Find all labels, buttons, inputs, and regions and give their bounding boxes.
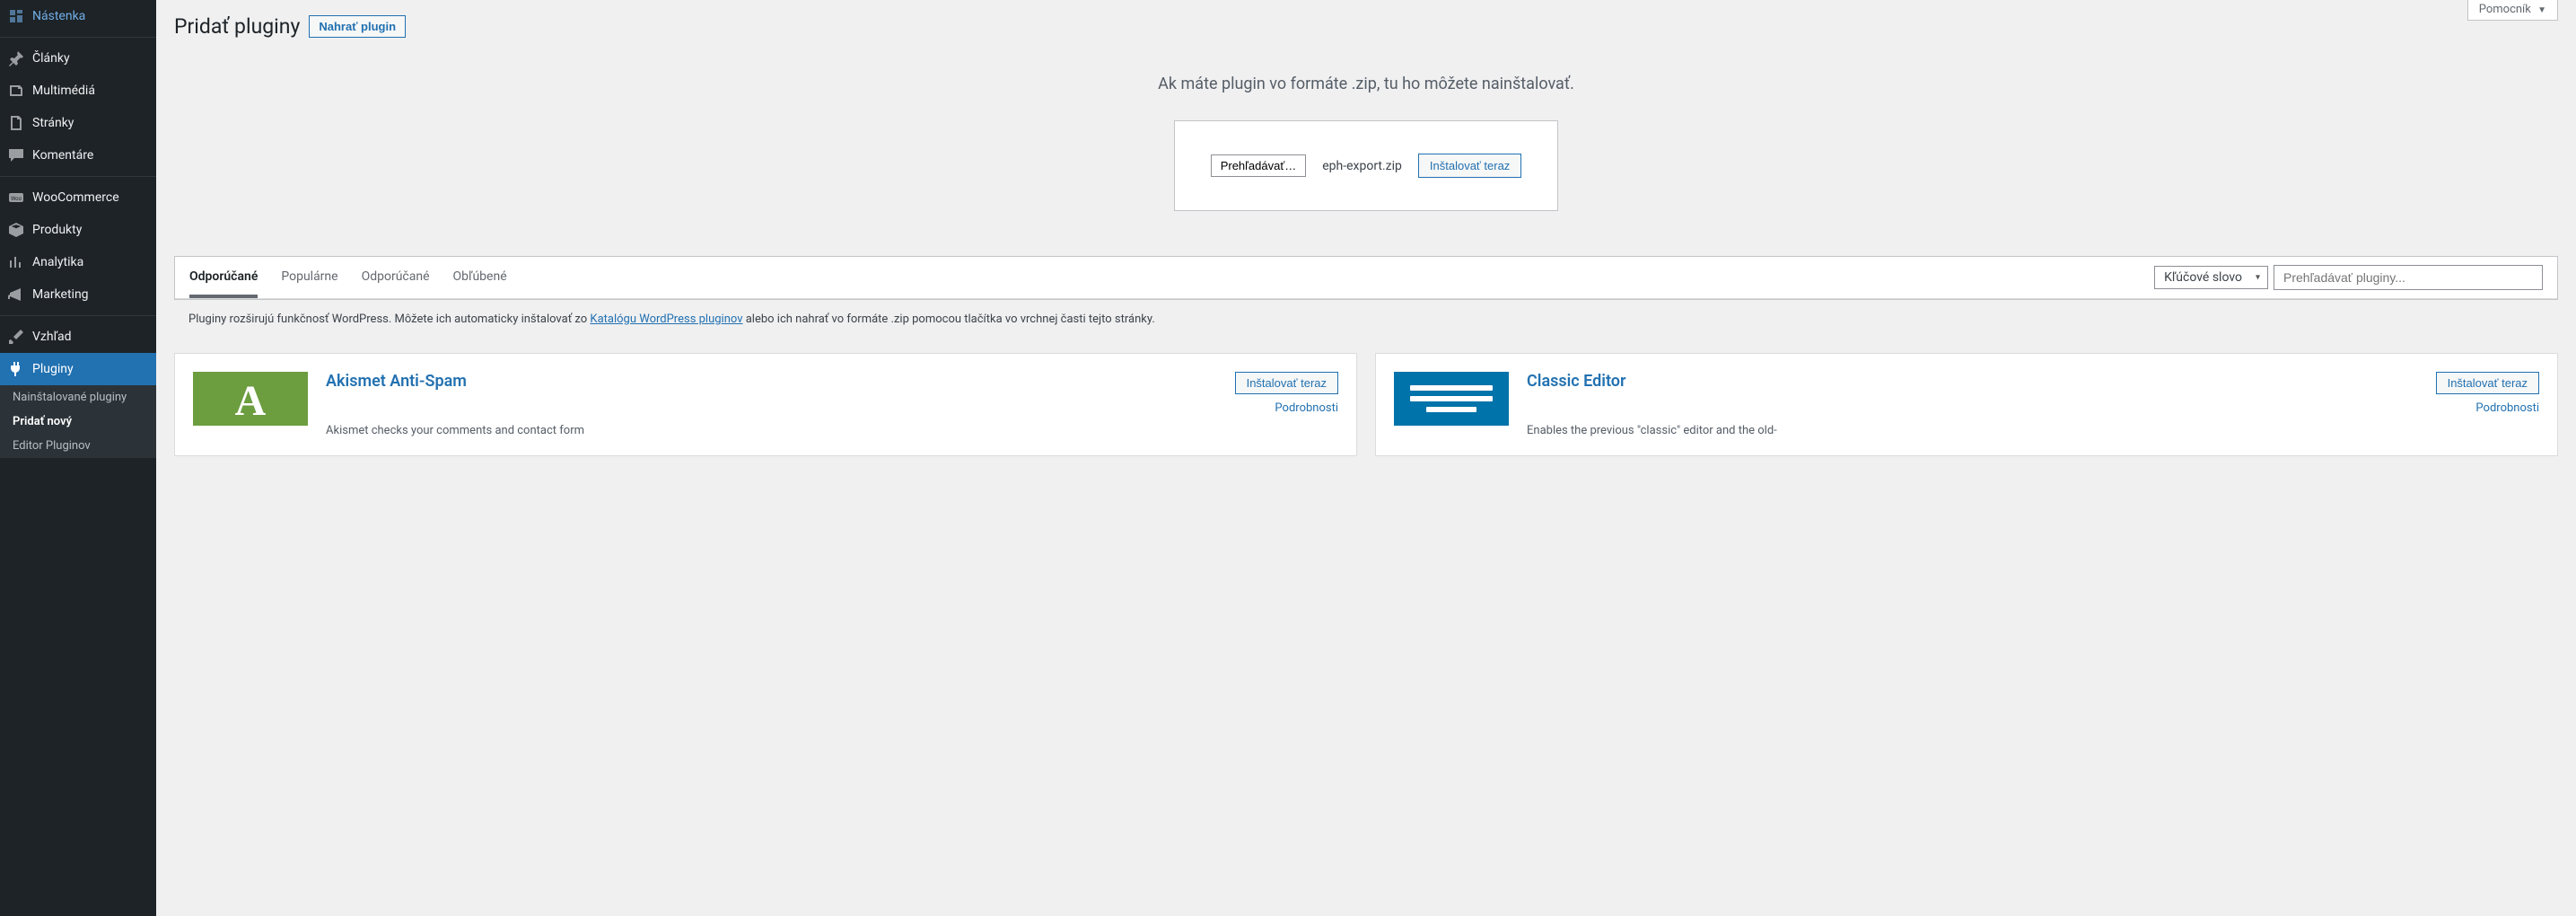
- selected-filename: eph-export.zip: [1322, 159, 1402, 173]
- browse-button[interactable]: Prehľadávať…: [1211, 154, 1307, 177]
- menu-label: Marketing: [32, 287, 89, 302]
- plugin-install-button[interactable]: Inštalovať teraz: [2436, 372, 2539, 394]
- menu-products[interactable]: Produkty: [0, 214, 156, 246]
- menu-label: Analytika: [32, 255, 83, 269]
- catalog-help-text: Pluginy rozširujú funkčnosť WordPress. M…: [174, 300, 2558, 339]
- plugin-card: Classic Editor Inštalovať teraz Podrobno…: [1375, 353, 2558, 456]
- plugins-submenu: Nainštalované pluginyPridať novýEditor P…: [0, 385, 156, 458]
- page-title: Pridať pluginy: [174, 14, 300, 39]
- menu-label: Nástenka: [32, 9, 85, 23]
- page-icon: [7, 114, 25, 132]
- upload-plugin-button[interactable]: Nahrať plugin: [309, 15, 406, 38]
- menu-dashboard[interactable]: Nástenka: [0, 0, 156, 32]
- plugin-details-link[interactable]: Podrobnosti: [2475, 401, 2539, 415]
- menu-appearance[interactable]: Vzhľad: [0, 321, 156, 353]
- menu-label: Multimédiá: [32, 84, 95, 98]
- install-now-button[interactable]: Inštalovať teraz: [1418, 154, 1521, 178]
- analytics-icon: [7, 253, 25, 271]
- catalog-link[interactable]: Katalógu WordPress pluginov: [590, 313, 742, 326]
- menu-separator: [0, 37, 156, 38]
- menu-label: Články: [32, 51, 70, 66]
- menu-analytics[interactable]: Analytika: [0, 246, 156, 278]
- menu-label: Vzhľad: [32, 330, 72, 344]
- plugin-icon-classic: [1394, 372, 1509, 426]
- menu-posts[interactable]: Články: [0, 42, 156, 75]
- marketing-icon: [7, 286, 25, 304]
- help-tab[interactable]: Pomocník ▼: [2467, 0, 2558, 21]
- plugin-details-link[interactable]: Podrobnosti: [1275, 401, 1338, 415]
- menu-label: WooCommerce: [32, 190, 119, 205]
- woo-icon: [7, 189, 25, 207]
- filter-tab-0[interactable]: Odporúčané: [189, 257, 258, 298]
- menu-label: Stránky: [32, 116, 74, 130]
- dashboard-icon: [7, 7, 25, 25]
- chevron-down-icon: ▼: [2537, 5, 2546, 15]
- upload-form: Prehľadávať… eph-export.zip Inštalovať t…: [1174, 120, 1559, 211]
- plugin-title-link[interactable]: Akismet Anti-Spam: [326, 372, 467, 391]
- menu-separator: [0, 315, 156, 316]
- admin-sidebar: Nástenka Články Multimédiá Stránky Komentáre…: [0, 0, 156, 916]
- menu-woocommerce[interactable]: WooCommerce: [0, 181, 156, 214]
- plugin-description: Enables the previous "classic" editor an…: [1527, 424, 2539, 437]
- main-content: Pomocník ▼ Pridať pluginy Nahrať plugin …: [156, 0, 2576, 916]
- brush-icon: [7, 328, 25, 346]
- filter-panel: Odporúčané Populárne Odporúčané Obľúbené Kľ…: [174, 256, 2558, 300]
- plugin-icon-akismet: A: [193, 372, 308, 426]
- plugin-description: Akismet checks your comments and contact…: [326, 424, 1338, 437]
- media-icon: [7, 82, 25, 100]
- plugin-card: A Akismet Anti-Spam Inštalovať teraz Pod…: [174, 353, 1357, 456]
- pin-icon: [7, 49, 25, 67]
- menu-label: Pluginy: [32, 362, 74, 376]
- search-plugins-input[interactable]: [2274, 265, 2543, 290]
- menu-marketing[interactable]: Marketing: [0, 278, 156, 311]
- menu-media[interactable]: Multimédiá: [0, 75, 156, 107]
- submenu-add-new[interactable]: Pridať nový: [0, 410, 156, 434]
- menu-comments[interactable]: Komentáre: [0, 139, 156, 172]
- plugin-title-link[interactable]: Classic Editor: [1527, 372, 1625, 391]
- upload-hint: Ak máte plugin vo formáte .zip, tu ho mô…: [174, 75, 2558, 93]
- search-type-select[interactable]: Kľúčové slovo ▾: [2154, 266, 2268, 289]
- menu-label: Produkty: [32, 223, 82, 237]
- product-icon: [7, 221, 25, 239]
- search-type-value: Kľúčové slovo: [2164, 270, 2242, 285]
- menu-plugins[interactable]: Pluginy: [0, 353, 156, 385]
- comment-icon: [7, 146, 25, 164]
- menu-separator: [0, 176, 156, 177]
- plugin-install-button[interactable]: Inštalovať teraz: [1235, 372, 1338, 394]
- submenu-installed[interactable]: Nainštalované pluginy: [0, 385, 156, 410]
- help-tab-label: Pomocník: [2479, 3, 2531, 16]
- filter-tab-1[interactable]: Populárne: [281, 257, 337, 298]
- submenu-editor[interactable]: Editor Pluginov: [0, 434, 156, 458]
- menu-pages[interactable]: Stránky: [0, 107, 156, 139]
- filter-tab-3[interactable]: Obľúbené: [453, 257, 507, 298]
- menu-label: Komentáre: [32, 148, 93, 163]
- filter-tab-2[interactable]: Odporúčané: [362, 257, 430, 298]
- chevron-down-icon: ▾: [2256, 273, 2260, 283]
- plug-icon: [7, 360, 25, 378]
